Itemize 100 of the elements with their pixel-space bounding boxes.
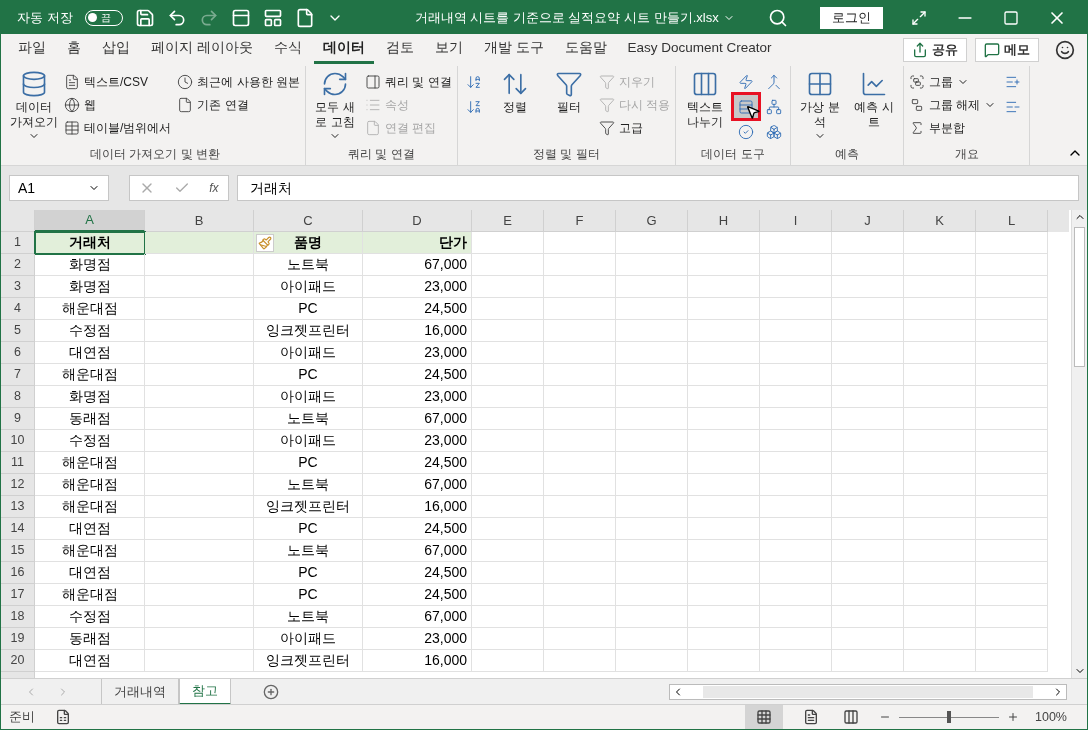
- column-header[interactable]: H: [688, 210, 760, 232]
- ribbon-small-button[interactable]: 그룹 해제: [909, 93, 997, 116]
- row-header[interactable]: 12: [1, 474, 35, 496]
- row-header[interactable]: 14: [1, 518, 35, 540]
- save-icon[interactable]: [134, 7, 155, 28]
- ribbon-tab[interactable]: 수식: [264, 36, 311, 64]
- row-header[interactable]: 13: [1, 496, 35, 518]
- column-header[interactable]: F: [544, 210, 616, 232]
- sheet-tab[interactable]: 참고: [179, 678, 231, 705]
- row-header[interactable]: 20: [1, 650, 35, 672]
- ribbon-icon-button[interactable]: [734, 95, 759, 118]
- column-header[interactable]: E: [472, 210, 544, 232]
- row-header[interactable]: 5: [1, 320, 35, 342]
- ribbon-small-button[interactable]: 부분합: [909, 116, 997, 139]
- ribbon-small-button[interactable]: 최근에 사용한 원본: [177, 70, 300, 93]
- ribbon-tab[interactable]: 도움말: [555, 36, 616, 64]
- column-header[interactable]: K: [904, 210, 976, 232]
- column-header[interactable]: J: [832, 210, 904, 232]
- ribbon-small-button[interactable]: 기존 연결: [177, 93, 300, 116]
- table-cell: [688, 584, 760, 606]
- row-header[interactable]: 11: [1, 452, 35, 474]
- zoom-slider[interactable]: [899, 711, 999, 723]
- ribbon-large-button[interactable]: 데이터 가져오기: [7, 66, 61, 145]
- rows-icon: [738, 98, 755, 115]
- smiley-icon[interactable]: [1055, 40, 1075, 60]
- row-header[interactable]: 6: [1, 342, 35, 364]
- table-cell: [472, 518, 544, 540]
- row-header[interactable]: 2: [1, 254, 35, 276]
- ribbon-small-button[interactable]: 쿼리 및 연결: [365, 70, 452, 93]
- column-header[interactable]: G: [616, 210, 688, 232]
- undo-icon[interactable]: [166, 7, 187, 28]
- ribbon-small-button[interactable]: 웹: [64, 93, 172, 116]
- row-header[interactable]: 4: [1, 298, 35, 320]
- ribbon-large-button[interactable]: 필터: [541, 66, 596, 145]
- memo-button[interactable]: 메모: [975, 38, 1039, 62]
- ribbon-tab[interactable]: 데이터: [313, 36, 374, 64]
- table-cell: 대연점: [35, 518, 145, 540]
- macro-record-icon[interactable]: [55, 709, 71, 725]
- table-cell: [472, 606, 544, 628]
- ribbon-small-button[interactable]: 텍스트/CSV: [64, 70, 172, 93]
- ribbon-tab[interactable]: 보기: [425, 36, 472, 64]
- row-header[interactable]: 10: [1, 430, 35, 452]
- network-icon: [766, 98, 783, 115]
- maximize-icon[interactable]: [1003, 9, 1019, 26]
- login-button[interactable]: 로그인: [820, 6, 883, 29]
- page-break-icon[interactable]: [843, 709, 859, 725]
- ribbon-large-button[interactable]: 정렬: [487, 66, 542, 145]
- ribbon-small-button[interactable]: 고급: [598, 116, 671, 139]
- ribbon-large-button[interactable]: 모두 새로 고침: [308, 66, 362, 145]
- ribbon-tab[interactable]: 홈: [58, 36, 90, 64]
- table-cell: [616, 540, 688, 562]
- row-header[interactable]: 18: [1, 606, 35, 628]
- column-header[interactable]: I: [760, 210, 832, 232]
- row-header[interactable]: 1: [1, 232, 35, 254]
- column-header[interactable]: L: [976, 210, 1048, 232]
- name-box[interactable]: A1: [9, 175, 109, 201]
- table-cell: [688, 628, 760, 650]
- table-cell: [760, 628, 832, 650]
- zoom-in-icon[interactable]: [1007, 711, 1019, 723]
- add-sheet-icon[interactable]: [263, 683, 279, 700]
- row-header[interactable]: 9: [1, 408, 35, 430]
- page-layout-icon[interactable]: [803, 709, 819, 725]
- row-header[interactable]: 8: [1, 386, 35, 408]
- zoom-level[interactable]: 100%: [1035, 707, 1067, 727]
- formula-field[interactable]: 거래처: [237, 175, 1079, 201]
- row-header[interactable]: 19: [1, 628, 35, 650]
- row-header[interactable]: 17: [1, 584, 35, 606]
- horizontal-scrollbar[interactable]: [669, 683, 1067, 700]
- ribbon-small-button[interactable]: 그룹: [909, 70, 997, 93]
- ribbon-display-icon[interactable]: [911, 9, 927, 26]
- table-cell: [760, 496, 832, 518]
- ribbon-small-button[interactable]: 테이블/범위에서: [64, 116, 172, 139]
- zoom-thumb[interactable]: [947, 711, 951, 723]
- ribbon-large-button[interactable]: 텍스트 나누기: [678, 66, 733, 145]
- vertical-scrollbar[interactable]: [1071, 210, 1087, 678]
- column-header[interactable]: A: [35, 210, 145, 232]
- normal-view-icon[interactable]: [745, 705, 783, 729]
- ribbon-tab[interactable]: 개발 도구: [474, 36, 553, 64]
- share-button[interactable]: 공유: [903, 38, 967, 62]
- search-icon[interactable]: [768, 7, 788, 28]
- insert-function-button[interactable]: fx: [209, 179, 219, 197]
- format-painter-icon[interactable]: [256, 233, 274, 252]
- ribbon-large-button[interactable]: 예측 시트: [847, 66, 902, 145]
- ribbon-tab[interactable]: 검토: [376, 36, 423, 64]
- form-icon[interactable]: [262, 7, 283, 28]
- ribbon-tab[interactable]: 파일: [9, 36, 55, 64]
- ribbon-tab[interactable]: 삽입: [93, 36, 139, 64]
- scroll-thumb[interactable]: [1074, 227, 1085, 367]
- table-cell: [616, 606, 688, 628]
- row-header[interactable]: 16: [1, 562, 35, 584]
- ribbon-tab[interactable]: Easy Document Creator: [618, 36, 781, 64]
- window-icon[interactable]: [230, 7, 251, 28]
- row-header[interactable]: 15: [1, 540, 35, 562]
- scroll-thumb[interactable]: [703, 685, 1033, 698]
- row-header[interactable]: 3: [1, 276, 35, 298]
- table-cell: [544, 342, 616, 364]
- table-cell: 대연점: [35, 650, 145, 672]
- ribbon-tab[interactable]: 페이지 레이아웃: [142, 36, 262, 64]
- ribbon-large-button[interactable]: 가상 분석: [793, 66, 848, 145]
- row-header[interactable]: 7: [1, 364, 35, 386]
